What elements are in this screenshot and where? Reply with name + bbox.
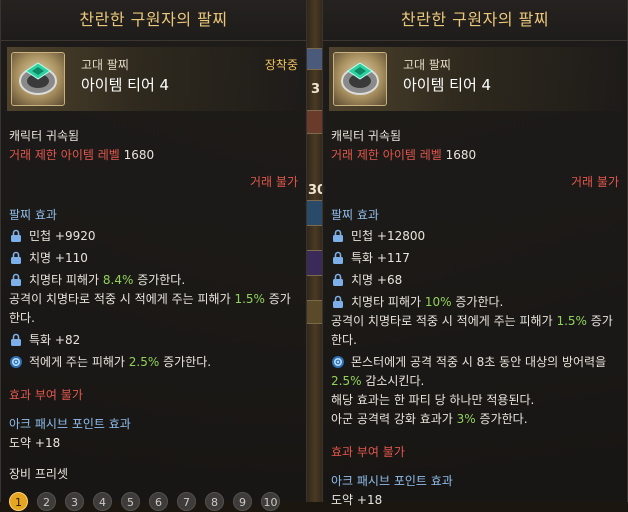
item-tooltip-equipped: 찬란한 구원자의 팔찌 고대 팔찌 아이템 티어 4 장착중 캐릭터 귀속됨 거… — [0, 0, 307, 511]
item-tier: 아이템 티어 4 — [403, 76, 492, 94]
effect-text: 특화 +82 — [29, 333, 81, 347]
effect-line: 치명타 피해가 8.4% 증가한다. — [9, 271, 298, 290]
section-ark-passive: 아크 패시브 포인트 효과 — [9, 417, 131, 431]
item-tier: 아이템 티어 4 — [81, 76, 170, 94]
bound-text: 캐릭터 귀속됨 — [9, 129, 80, 143]
trade-level: 거래 제한 아이템 레벨 1680 — [9, 146, 298, 165]
gear-icon — [10, 356, 22, 368]
effect-value: 2.5% — [128, 355, 160, 369]
effect-text: 치명타 피해가 — [351, 295, 425, 309]
item-title: 찬란한 구원자의 팔찌 — [323, 0, 627, 41]
trade-level-label: 거래 제한 아이템 레벨 — [9, 148, 120, 162]
effect-line: 적에게 주는 피해가 2.5% 증가한다. — [9, 353, 298, 372]
effect-text: 증가 — [264, 292, 291, 306]
section-ark-passive: 아크 패시브 포인트 효과 — [331, 474, 453, 488]
trade-unavailable: 거래 불가 — [571, 175, 619, 189]
background-number: 3 — [311, 82, 321, 97]
lock-icon — [11, 251, 21, 264]
item-header: 고대 팔찌 아이템 티어 4 — [323, 41, 627, 117]
effect-line: 치명타 피해가 10% 증가한다. — [331, 293, 619, 312]
lock-icon — [11, 273, 21, 286]
effect-text: 증가한다. — [475, 412, 528, 426]
no-effect-grant: 효과 부여 불가 — [9, 388, 83, 402]
effect-text: 민첩 +9920 — [29, 229, 96, 243]
effect-text: 증가 — [586, 314, 613, 328]
lock-icon — [333, 251, 343, 264]
trade-level-value: 1680 — [123, 148, 155, 162]
effect-text: 공격이 치명타로 적중 시 적에게 주는 피해가 — [331, 314, 557, 328]
effect-line: 치명 +68 — [331, 271, 619, 290]
effect-value: 10% — [424, 295, 452, 309]
item-header: 고대 팔찌 아이템 티어 4 장착중 — [1, 41, 306, 117]
effect-text: 치명 +110 — [29, 251, 88, 265]
effect-text: 증가한다. — [133, 273, 186, 287]
effect-line: 치명 +110 — [9, 249, 298, 268]
effect-line: 공격이 치명타로 적중 시 적에게 주는 피해가 1.5% 증가한다. — [9, 290, 298, 328]
item-grade: 고대 팔찌 — [403, 58, 451, 72]
trade-unavailable: 거래 불가 — [250, 175, 298, 189]
ark-passive-value: 도약 +18 — [331, 493, 383, 507]
item-tooltip-compare: 찬란한 구원자의 팔찌 고대 팔찌 아이템 티어 4 캐릭터 귀속됨 거래 제한… — [322, 0, 628, 507]
effect-text: 치명 +68 — [351, 273, 403, 287]
lock-icon — [333, 273, 343, 286]
section-bracelet-effect: 팔찌 효과 — [331, 208, 379, 222]
bracelet-icon — [11, 52, 65, 106]
effect-text: 한다. — [9, 311, 35, 325]
effect-line: 특화 +117 — [331, 249, 619, 268]
bound-text: 캐릭터 귀속됨 — [331, 129, 402, 143]
trade-level-label: 거래 제한 아이템 레벨 — [331, 148, 442, 162]
effect-text: 적에게 주는 피해가 — [29, 355, 129, 369]
ark-passive-value: 도약 +18 — [9, 436, 61, 450]
item-title: 찬란한 구원자의 팔찌 — [1, 0, 306, 41]
effect-line: 민첩 +12800 — [331, 227, 619, 246]
trade-level-value: 1680 — [445, 148, 477, 162]
effect-text: 한다. — [331, 333, 357, 347]
effect-text: 감소시킨다. — [361, 374, 425, 388]
lock-icon — [11, 333, 21, 346]
effect-text: 특화 +117 — [351, 251, 410, 265]
effect-text: 치명타 피해가 — [29, 273, 103, 287]
effect-line: 공격이 치명타로 적중 시 적에게 주는 피해가 1.5% 증가한다. — [331, 312, 619, 350]
effect-text: 민첩 +12800 — [351, 229, 426, 243]
effect-value: 8.4% — [102, 273, 134, 287]
effect-value: 1.5% — [234, 292, 265, 306]
tooltip-body: 캐릭터 귀속됨 거래 제한 아이템 레벨 1680 거래 불가 팔찌 효과 민첩… — [323, 127, 627, 510]
no-effect-grant: 효과 부여 불가 — [331, 445, 405, 459]
effect-value: 2.5% — [331, 374, 362, 388]
effect-line: 몬스터에게 공격 적중 시 8초 동안 대상의 방어력을 2.5% 감소시킨다. — [331, 353, 619, 391]
lock-icon — [333, 295, 343, 308]
effect-text: 공격이 치명타로 적중 시 적에게 주는 피해가 — [9, 292, 235, 306]
effect-line: 아군 공격력 강화 효과가 3% 증가한다. — [331, 410, 619, 429]
section-bracelet-effect: 팔찌 효과 — [9, 208, 57, 222]
lock-icon — [11, 229, 21, 242]
effect-text: 몬스터에게 공격 적중 시 8초 동안 대상의 방어력을 — [351, 355, 607, 369]
effect-line: 민첩 +9920 — [9, 227, 298, 246]
effect-text: 증가한다. — [159, 355, 212, 369]
effect-text: 아군 공격력 강화 효과가 — [331, 412, 457, 426]
effect-line: 특화 +82 — [9, 331, 298, 350]
equipped-badge: 장착중 — [264, 58, 298, 72]
lock-icon — [333, 229, 343, 242]
gear-icon — [332, 356, 344, 368]
item-grade: 고대 팔찌 — [81, 58, 129, 72]
effect-value: 3% — [456, 412, 476, 426]
trade-level: 거래 제한 아이템 레벨 1680 — [331, 146, 619, 165]
preset-label: 장비 프리셋 — [9, 467, 69, 481]
effect-text: 증가한다. — [451, 295, 504, 309]
effect-value: 1.5% — [556, 314, 587, 328]
effect-line: 해당 효과는 한 파티 당 하나만 적용된다. — [331, 393, 535, 407]
tooltip-body: 캐릭터 귀속됨 거래 제한 아이템 레벨 1680 거래 불가 팔찌 효과 민첩… — [1, 127, 306, 511]
bracelet-icon — [333, 52, 387, 106]
